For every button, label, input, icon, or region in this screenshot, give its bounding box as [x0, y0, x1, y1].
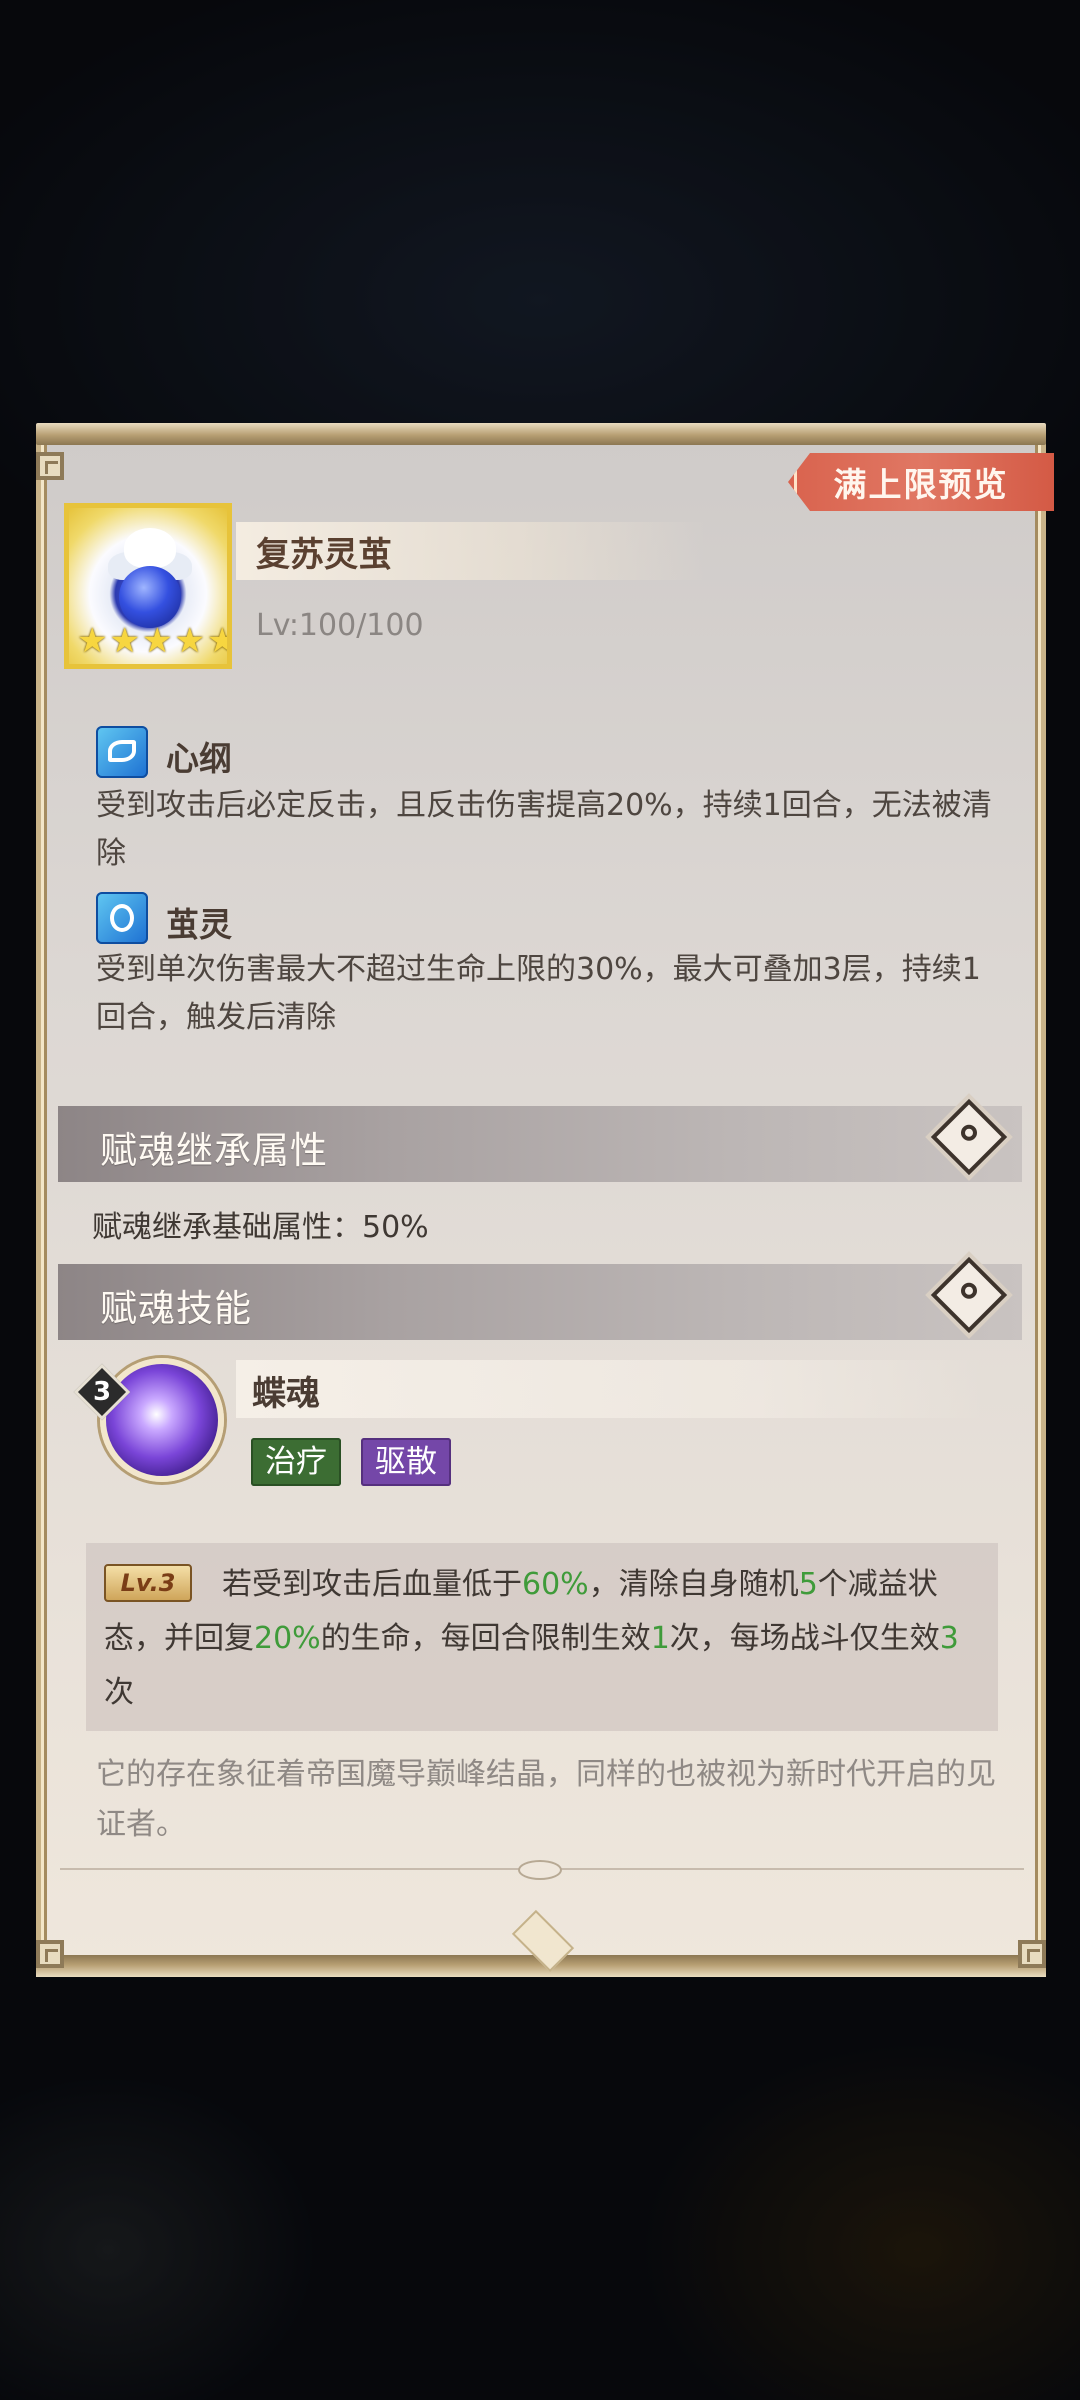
tag-heal: 治疗 — [251, 1438, 341, 1486]
desc-highlight: 20% — [254, 1621, 321, 1656]
buff-title: 心纲 — [166, 739, 232, 778]
star-icon: ★ — [174, 621, 205, 661]
desc-text: 的生命，每回合限制生效 — [320, 1621, 651, 1656]
panel-top-border — [36, 423, 1046, 445]
item-name: 复苏灵茧 — [256, 535, 392, 575]
bird-icon — [124, 528, 176, 568]
desc-highlight: 5 — [798, 1567, 818, 1602]
star-icon: ★ — [207, 624, 227, 658]
buff-description: 受到单次伤害最大不超过生命上限的30%，最大可叠加3层，持续1回合，触发后清除 — [96, 952, 981, 1035]
star-rating: ★ ★ ★ ★ ★ — [77, 621, 227, 661]
skill-name-bar — [236, 1360, 986, 1418]
buff-description: 受到攻击后必定反击，且反击伤害提高20%，持续1回合，无法被清除 — [96, 788, 992, 871]
desc-text: 次 — [104, 1675, 134, 1710]
max-level-preview-button[interactable]: 满上限预览 — [788, 453, 1054, 511]
corner-ornament-icon — [36, 452, 64, 480]
inherit-attributes-text: 赋魂继承基础属性：50% — [92, 1210, 429, 1245]
section-title: 赋魂技能 — [100, 1287, 252, 1330]
inherit-attributes-section-header: 赋魂继承属性 — [58, 1098, 1022, 1182]
orb-icon — [119, 566, 181, 628]
corner-ornament-icon — [36, 1940, 64, 1968]
corner-ornament-icon — [1018, 1940, 1046, 1968]
skill-name: 蝶魂 — [252, 1374, 320, 1414]
buff-title: 茧灵 — [166, 905, 232, 944]
lore-text: 它的存在象征着帝国魔导巅峰结晶，同样的也被视为新时代开启的见证者。 — [96, 1757, 996, 1842]
skill-section-header: 赋魂技能 — [58, 1256, 1022, 1340]
item-level: Lv:100/100 — [256, 608, 424, 643]
star-icon: ★ — [109, 621, 140, 661]
skill-level-number: 3 — [92, 1377, 112, 1407]
divider-ornament-icon — [518, 1860, 562, 1880]
info-icon[interactable] — [930, 1256, 1008, 1334]
item-icon: ★ ★ ★ ★ ★ — [64, 503, 232, 669]
desc-text: 若受到攻击后血量低于 — [222, 1567, 522, 1602]
desc-highlight: 60% — [522, 1567, 589, 1602]
skill-level-tag: Lv.3 — [104, 1564, 192, 1602]
cocoon-icon — [96, 892, 148, 944]
skill-level-description: 若受到攻击后血量低于60%，清除自身随机5个减益状态，并回复20%的生命，每回合… — [104, 1558, 984, 1720]
tag-dispel: 驱散 — [361, 1438, 451, 1486]
info-icon[interactable] — [930, 1098, 1008, 1176]
star-icon: ★ — [141, 621, 173, 661]
star-icon: ★ — [77, 621, 108, 661]
desc-highlight: 3 — [939, 1621, 959, 1656]
feather-icon — [96, 726, 148, 778]
desc-highlight: 1 — [650, 1621, 670, 1656]
section-title: 赋魂继承属性 — [100, 1129, 328, 1172]
desc-text: ，清除自身随机 — [588, 1567, 799, 1602]
desc-text: 次，每场战斗仅生效 — [669, 1621, 940, 1656]
